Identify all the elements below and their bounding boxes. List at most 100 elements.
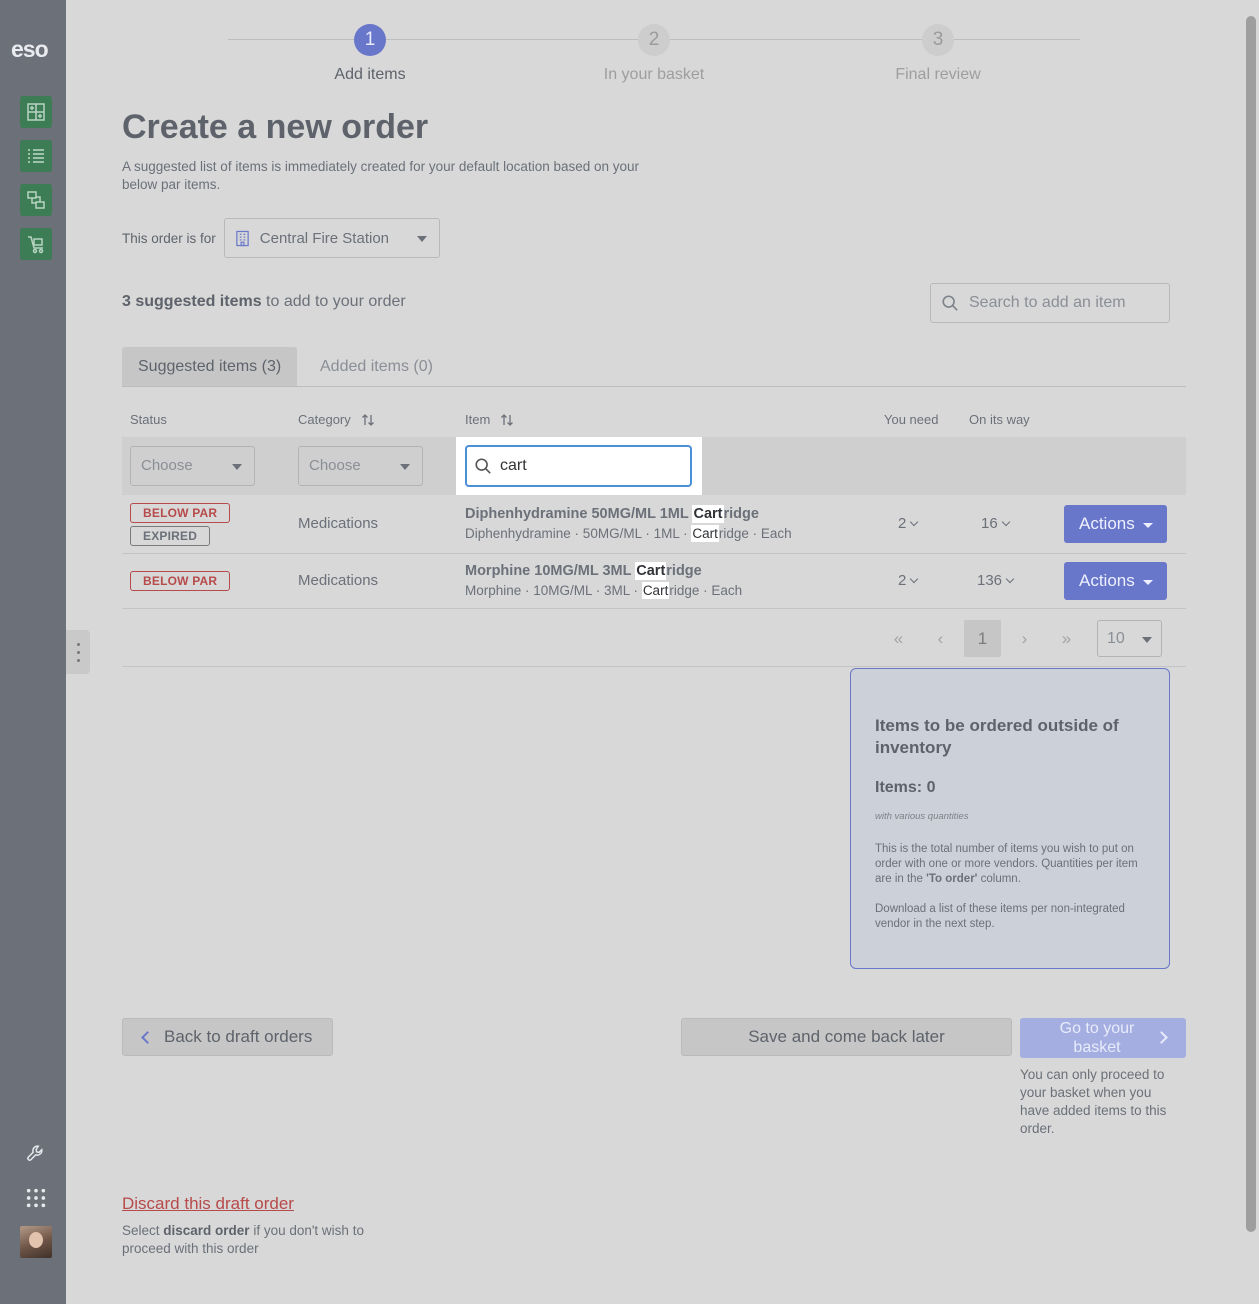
location-value: Central Fire Station: [259, 229, 390, 247]
step-final-review: 3 Final review: [838, 24, 1038, 84]
card-title: Items to be ordered outside of inventory: [875, 716, 1119, 757]
transfer-icon: [27, 191, 45, 209]
new-order-nav-button[interactable]: [20, 96, 52, 128]
transfer-nav-button[interactable]: [20, 184, 52, 216]
search-add-item-input[interactable]: Search to add an item: [930, 283, 1170, 323]
table-row: BELOW PAR EXPIRED Medications Diphenhydr…: [122, 495, 1186, 554]
prev-page-button[interactable]: ‹: [922, 620, 959, 657]
go-to-basket-button[interactable]: Go to your basket: [1020, 1018, 1186, 1058]
below-par-badge: BELOW PAR: [130, 503, 231, 523]
wrench-icon: [27, 1145, 43, 1161]
suggested-count: 3 suggested items to add to your order: [122, 293, 406, 311]
divider: [122, 666, 1186, 667]
column-header-item[interactable]: Item: [465, 412, 514, 427]
per-page-select[interactable]: 10: [1097, 620, 1162, 657]
caret-down-icon: [1142, 637, 1152, 643]
row-actions-button[interactable]: Actions: [1064, 505, 1167, 543]
page-title: Create a new order: [122, 108, 429, 146]
scrollbar-thumb[interactable]: [1246, 16, 1256, 1232]
next-page-button[interactable]: ›: [1006, 620, 1043, 657]
column-header-category[interactable]: Category: [298, 412, 375, 427]
list-icon: [28, 149, 44, 163]
back-to-draft-orders-button[interactable]: Back to draft orders: [122, 1018, 333, 1056]
step-number: 1: [354, 24, 386, 56]
row-item-name[interactable]: Morphine 10MG/ML 3ML Cartridge: [465, 562, 702, 580]
you-need-dropdown[interactable]: 2: [898, 515, 919, 532]
expired-badge: EXPIRED: [130, 526, 211, 546]
row-item-details: Morphine · 10MG/ML · 3ML · Cartridge · E…: [465, 582, 743, 599]
caret-down-icon: [400, 464, 410, 470]
order-location-row: This order is for Central Fire Station: [122, 218, 440, 258]
chevron-left-icon: [141, 1030, 154, 1044]
card-item-count: Items: 0: [875, 779, 936, 796]
chevron-down-icon: [1005, 574, 1015, 583]
row-category: Medications: [298, 572, 379, 589]
add-grid-icon: [27, 103, 45, 121]
card-description: This is the total number of items you wi…: [875, 843, 1138, 885]
settings-tool-button[interactable]: [22, 1140, 50, 1168]
tab-added-items[interactable]: Added items (0): [304, 347, 449, 386]
caret-down-icon: [1142, 522, 1153, 528]
caret-down-icon: [232, 464, 242, 470]
item-filter-value: cart: [500, 457, 527, 474]
item-filter-input[interactable]: cart: [465, 445, 692, 487]
step-in-your-basket: 2 In your basket: [554, 24, 754, 84]
step-label: In your basket: [603, 66, 705, 83]
page-scrollbar[interactable]: [1243, 0, 1259, 1304]
sidebar: eso: [0, 0, 66, 1304]
on-its-way-dropdown[interactable]: 16: [981, 515, 1010, 532]
pagination: « ‹ 1 › »: [880, 620, 1090, 657]
search-placeholder: Search to add an item: [969, 294, 1126, 311]
outside-inventory-card: Items to be ordered outside of inventory…: [850, 668, 1170, 969]
page-1-button[interactable]: 1: [964, 620, 1001, 657]
order-stepper: 1 Add items 2 In your basket 3 Final rev…: [228, 24, 1080, 88]
row-actions-button[interactable]: Actions: [1064, 562, 1167, 600]
row-category: Medications: [298, 515, 379, 532]
table-row: BELOW PAR Medications Morphine 10MG/ML 3…: [122, 554, 1186, 609]
on-its-way-dropdown[interactable]: 136: [977, 572, 1015, 589]
search-icon: [475, 458, 491, 474]
discard-note: Select discard order if you don't wish t…: [122, 1223, 364, 1256]
filter-row: Choose Choose cart: [122, 437, 1186, 495]
orders-list-nav-button[interactable]: [20, 140, 52, 172]
chevron-down-icon: [910, 574, 919, 583]
search-match-highlight: Cart: [691, 525, 719, 542]
chevron-right-icon: [1155, 1031, 1168, 1044]
status-filter-select[interactable]: Choose: [130, 446, 255, 486]
category-filter-select[interactable]: Choose: [298, 446, 423, 486]
last-page-button[interactable]: »: [1048, 620, 1085, 657]
column-header-status: Status: [130, 412, 167, 427]
card-note: with various quantities: [875, 811, 969, 822]
caret-down-icon: [416, 236, 427, 242]
suggested-count-bold: 3 suggested items: [122, 293, 262, 310]
sort-icon[interactable]: [500, 413, 514, 427]
suggested-count-rest: to add to your order: [261, 293, 406, 310]
discard-draft-link[interactable]: Discard this draft order: [122, 1194, 294, 1214]
location-select[interactable]: Central Fire Station: [223, 218, 440, 258]
step-number: 3: [922, 24, 954, 56]
search-match-highlight: Cart: [692, 505, 724, 523]
item-filter-highlight: cart: [456, 437, 702, 495]
search-icon: [942, 295, 958, 311]
row-item-name[interactable]: Diphenhydramine 50MG/ML 1ML Cartridge: [465, 505, 759, 523]
column-header-you-need: You need: [884, 412, 939, 427]
step-add-items: 1 Add items: [270, 24, 470, 84]
save-and-come-back-button[interactable]: Save and come back later: [681, 1018, 1012, 1056]
sidebar-collapse-handle[interactable]: [66, 630, 90, 674]
sort-icon[interactable]: [361, 413, 375, 427]
you-need-dropdown[interactable]: 2: [898, 572, 919, 589]
user-avatar[interactable]: [20, 1226, 52, 1258]
search-match-highlight: Cart: [635, 562, 667, 580]
tab-suggested-items[interactable]: Suggested items (3): [122, 347, 298, 386]
search-match-highlight: Cart: [641, 582, 670, 599]
first-page-button[interactable]: «: [880, 620, 917, 657]
eso-logo[interactable]: eso: [11, 36, 49, 63]
apps-menu-button[interactable]: [22, 1184, 50, 1212]
step-label: Final review: [895, 66, 981, 83]
card-download-info: Download a list of these items per non-i…: [875, 903, 1125, 930]
cart-icon: [28, 236, 44, 254]
cart-nav-button[interactable]: [20, 228, 52, 260]
column-header-on-its-way: On its way: [969, 412, 1030, 427]
building-icon: [236, 230, 249, 246]
below-par-badge: BELOW PAR: [130, 571, 231, 591]
